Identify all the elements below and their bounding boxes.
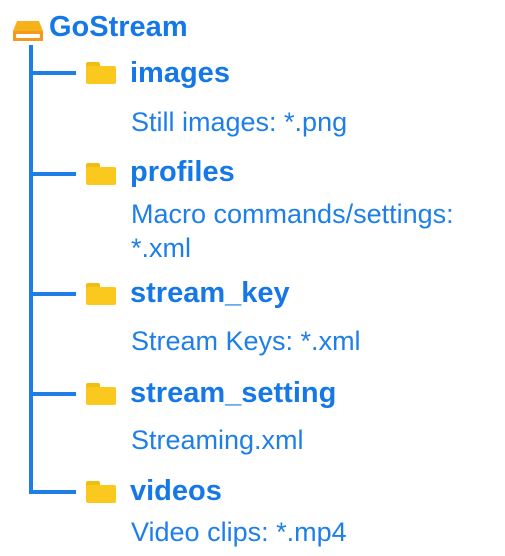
folder-name-videos: videos — [130, 475, 222, 507]
tree-trunk-line — [29, 45, 33, 494]
branch-line-stream-setting — [29, 392, 76, 396]
branch-line-images — [29, 71, 76, 75]
branch-line-stream-key — [29, 292, 76, 296]
folder-description-stream-setting: Streaming.xml — [131, 425, 304, 455]
folder-name-profiles: profiles — [130, 156, 235, 188]
root-folder-label: GoStream — [49, 11, 188, 43]
branch-line-profiles — [29, 172, 76, 176]
drive-icon — [13, 21, 43, 41]
folder-description-profiles-line-1: Macro commands/settings: — [131, 199, 454, 229]
folder-icon — [86, 62, 116, 84]
folder-name-stream-setting: stream_setting — [130, 377, 337, 409]
folder-description-profiles-line-2: *.xml — [131, 233, 191, 263]
folder-name-images: images — [130, 57, 230, 89]
folder-description-videos: Video clips: *.mp4 — [131, 517, 347, 547]
folder-description-images: Still images: *.png — [131, 107, 348, 137]
folder-icon — [86, 283, 116, 305]
folder-icon — [86, 383, 116, 405]
folder-icon — [86, 481, 116, 503]
branch-line-videos — [29, 490, 76, 494]
folder-name-stream-key: stream_key — [130, 277, 290, 309]
folder-icon — [86, 163, 116, 185]
folder-description-stream-key: Stream Keys: *.xml — [131, 326, 361, 356]
